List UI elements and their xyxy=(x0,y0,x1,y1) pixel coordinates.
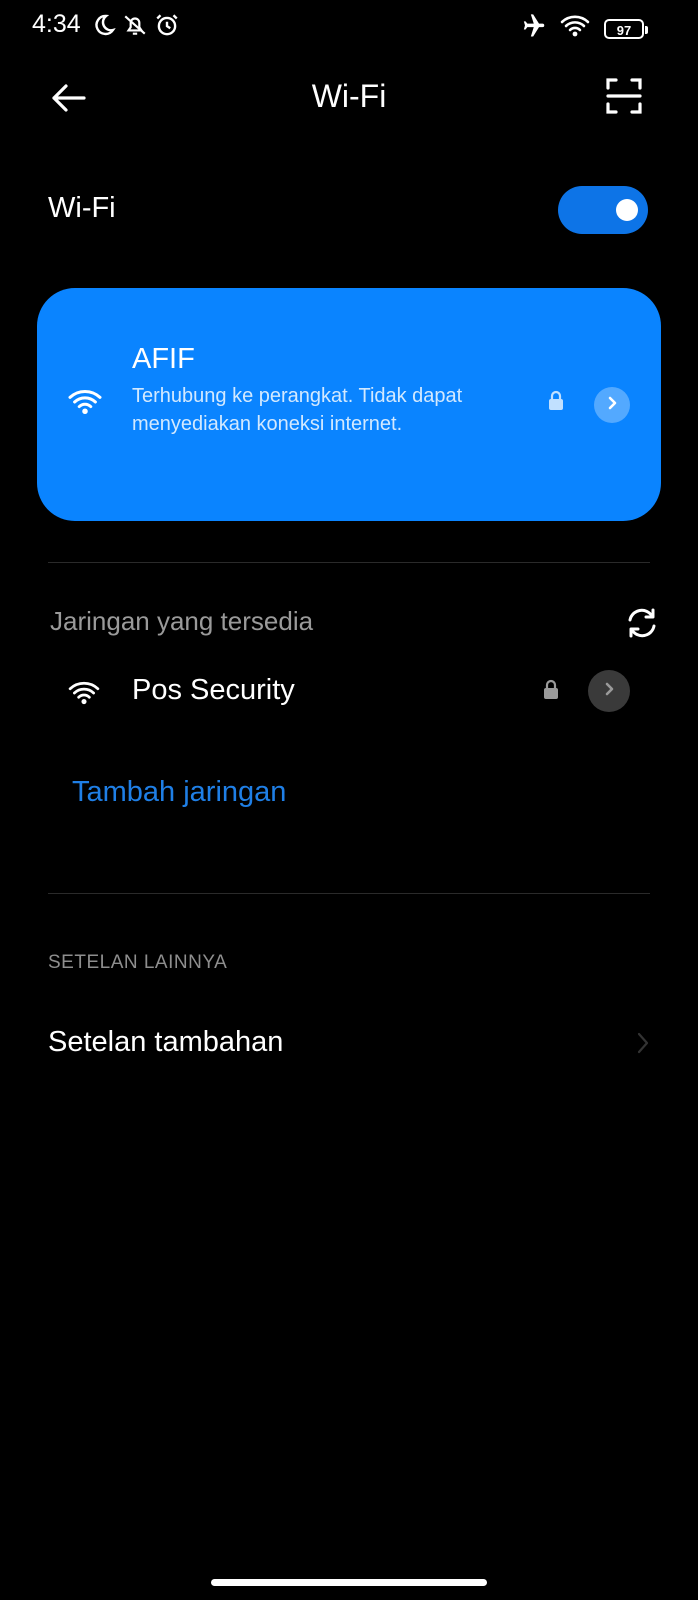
status-icons-left xyxy=(92,12,180,43)
moon-icon xyxy=(92,13,116,42)
additional-settings-label: Setelan tambahan xyxy=(48,1026,284,1058)
network-ssid: Pos Security xyxy=(132,674,295,706)
wifi-signal-icon xyxy=(67,387,103,422)
connected-network-ssid: AFIF xyxy=(132,343,195,375)
home-indicator[interactable] xyxy=(211,1579,487,1586)
wifi-signal-icon xyxy=(68,679,100,712)
airplane-icon xyxy=(518,12,546,45)
status-icons-right: 97 xyxy=(518,12,648,45)
refresh-button[interactable] xyxy=(624,605,660,641)
divider xyxy=(48,893,650,894)
chevron-right-icon xyxy=(605,396,619,415)
bell-off-icon xyxy=(122,12,148,43)
lock-icon xyxy=(546,390,566,417)
battery-icon: 97 xyxy=(604,18,648,39)
scan-icon xyxy=(604,78,644,120)
toggle-knob xyxy=(616,199,638,221)
network-item-pos-security[interactable]: Pos Security xyxy=(48,665,650,715)
other-settings-title: SETELAN LAINNYA xyxy=(48,952,228,973)
chevron-right-icon xyxy=(636,1031,650,1060)
divider xyxy=(48,562,650,563)
network-details-button[interactable] xyxy=(594,387,630,423)
wifi-toggle[interactable] xyxy=(558,186,648,234)
page-title: Wi-Fi xyxy=(311,78,387,114)
scan-button[interactable] xyxy=(604,76,644,116)
additional-settings-item[interactable]: Setelan tambahan xyxy=(48,1017,650,1067)
chevron-right-icon xyxy=(602,682,616,701)
lock-icon xyxy=(541,679,561,706)
connected-network-status: Terhubung ke perangkat. Tidak dapat meny… xyxy=(132,385,463,435)
wifi-toggle-label: Wi-Fi xyxy=(48,192,116,224)
available-networks-title: Jaringan yang tersedia xyxy=(50,606,314,636)
add-network-link[interactable]: Tambah jaringan xyxy=(72,776,286,809)
network-details-button[interactable] xyxy=(588,670,630,712)
alarm-icon xyxy=(154,12,180,43)
refresh-icon xyxy=(624,608,660,645)
connected-network-card[interactable]: AFIF Terhubung ke perangkat. Tidak dapat… xyxy=(37,288,661,521)
status-time: 4:34 xyxy=(32,10,81,38)
wifi-icon xyxy=(560,13,590,44)
